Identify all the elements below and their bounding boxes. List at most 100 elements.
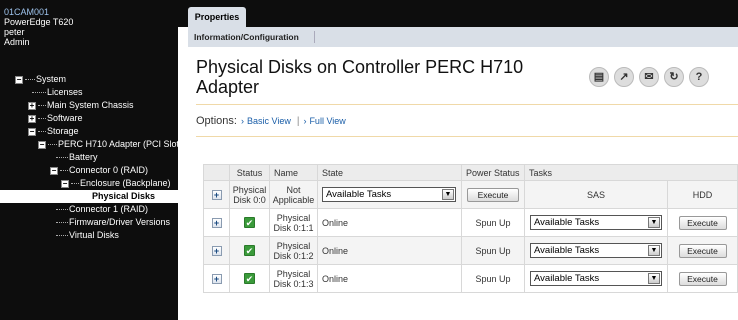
row-status-text: Disk 0:0: [233, 194, 266, 205]
table-row: + Physical Disk 0:0 Not Applicable Avail…: [203, 180, 738, 209]
available-tasks-select[interactable]: Available Tasks ▼: [530, 271, 662, 286]
tree-item-physical-disks[interactable]: Physical Disks: [0, 190, 178, 203]
tree-label-controller[interactable]: PERC H710 Adapter (PCI Slot: [58, 138, 178, 151]
tree-label-enclosure[interactable]: Enclosure (Backplane): [80, 177, 171, 190]
tree-item-software[interactable]: + Software: [0, 112, 178, 125]
subtab-divider: [314, 31, 315, 43]
tree-item-connector0[interactable]: − Connector 0 (RAID): [0, 164, 178, 177]
tree-label-firmware[interactable]: Firmware/Driver Versions: [69, 216, 170, 229]
row-name: Disk 0:1:2: [273, 250, 314, 261]
collapse-icon[interactable]: −: [50, 167, 58, 175]
available-tasks-select[interactable]: Available Tasks ▼: [530, 243, 662, 258]
tree-label-connector0[interactable]: Connector 0 (RAID): [69, 164, 148, 177]
tree-label-storage[interactable]: Storage: [47, 125, 79, 138]
row-name: Not: [286, 184, 301, 195]
tree-label-physical-disks[interactable]: Physical Disks: [92, 190, 155, 203]
page-title: Physical Disks on Controller PERC H710 A…: [196, 57, 524, 97]
tree-item-controller[interactable]: − PERC H710 Adapter (PCI Slot: [0, 138, 178, 151]
execute-button[interactable]: Execute: [678, 215, 727, 230]
subtab-bar: Information/Configuration: [188, 27, 738, 47]
select-value: Available Tasks: [326, 189, 392, 200]
tree-item-enclosure[interactable]: − Enclosure (Backplane): [0, 177, 178, 190]
separator: |: [296, 116, 300, 127]
table-row: + ✔ Physical Disk 0:1:3 Online Spun Up A…: [203, 264, 738, 293]
collapse-icon[interactable]: −: [38, 141, 46, 149]
row-power-status: Spun Up: [461, 236, 525, 265]
status-ok-icon: ✔: [244, 273, 255, 284]
tree-label-virtual-disks[interactable]: Virtual Disks: [69, 229, 119, 242]
tree-item-firmware[interactable]: Firmware/Driver Versions: [0, 216, 178, 229]
tree-label-system[interactable]: System: [36, 73, 66, 86]
tree-label-battery[interactable]: Battery: [69, 151, 98, 164]
available-tasks-select[interactable]: Available Tasks ▼: [530, 215, 662, 230]
row-power-status: Spun Up: [461, 264, 525, 293]
row-name: Applicable: [272, 194, 315, 205]
tab-bar: Properties: [178, 0, 738, 27]
tree-item-main-chassis[interactable]: + Main System Chassis: [0, 99, 178, 112]
tree-label-software[interactable]: Software: [47, 112, 83, 125]
navigation-tree: − System Licenses + Main System Chassis …: [0, 73, 178, 242]
row-sas: SAS: [524, 180, 668, 209]
tree-item-battery[interactable]: Battery: [0, 151, 178, 164]
expand-row-icon[interactable]: +: [211, 217, 222, 228]
status-ok-icon: ✔: [244, 245, 255, 256]
subtab-information-configuration[interactable]: Information/Configuration: [194, 27, 299, 47]
dropdown-arrow-icon[interactable]: ▼: [648, 273, 660, 284]
tree-item-system[interactable]: − System: [0, 73, 178, 86]
tree-item-licenses[interactable]: Licenses: [0, 86, 178, 99]
server-model: PowerEdge T620: [4, 17, 74, 27]
row-hdd: HDD: [667, 180, 738, 209]
header-tasks[interactable]: Tasks: [524, 164, 738, 181]
row-state: Online: [317, 236, 462, 265]
collapse-icon[interactable]: −: [61, 180, 69, 188]
basic-view-link[interactable]: Basic View: [247, 116, 291, 126]
collapse-icon[interactable]: −: [28, 128, 36, 136]
header-state[interactable]: State: [317, 164, 462, 181]
row-name: Physical: [276, 268, 311, 279]
select-value: Available Tasks: [534, 245, 600, 256]
expand-row-icon[interactable]: +: [211, 189, 222, 200]
tree-label-licenses[interactable]: Licenses: [47, 86, 83, 99]
row-name: Disk 0:1:3: [273, 278, 314, 289]
help-icon[interactable]: ?: [689, 67, 709, 87]
row-name: Physical: [276, 212, 311, 223]
row-status-text: Physical: [232, 184, 267, 195]
content-pane: Properties Information/Configuration Phy…: [178, 0, 738, 320]
tree-item-connector1[interactable]: Connector 1 (RAID): [0, 203, 178, 216]
user-name: peter: [4, 27, 25, 37]
tab-properties[interactable]: Properties: [188, 7, 246, 27]
header-name[interactable]: Name: [269, 164, 318, 181]
options-bar: Options: › Basic View | › Full View: [196, 114, 346, 129]
collapse-icon[interactable]: −: [15, 76, 23, 84]
dropdown-arrow-icon[interactable]: ▼: [442, 189, 454, 200]
expand-icon[interactable]: +: [28, 102, 36, 110]
available-tasks-select[interactable]: Available Tasks ▼: [322, 187, 456, 202]
dropdown-arrow-icon[interactable]: ▼: [648, 245, 660, 256]
execute-button[interactable]: Execute: [467, 187, 519, 202]
expand-row-icon[interactable]: +: [211, 273, 222, 284]
expand-icon[interactable]: +: [28, 115, 36, 123]
tree-label-connector1[interactable]: Connector 1 (RAID): [69, 203, 148, 216]
select-value: Available Tasks: [534, 217, 600, 228]
print-icon[interactable]: ▤: [589, 67, 609, 87]
row-name: Disk 0:1:1: [273, 222, 314, 233]
header-status[interactable]: Status: [229, 164, 270, 181]
execute-button[interactable]: Execute: [678, 271, 727, 286]
table-row: + ✔ Physical Disk 0:1:1 Online Spun Up A…: [203, 208, 738, 237]
table-header-row: Status Name State Power Status Tasks: [203, 164, 738, 181]
email-icon[interactable]: ✉: [639, 67, 659, 87]
server-hostname: 01CAM001: [4, 7, 50, 17]
full-view-link[interactable]: Full View: [309, 116, 345, 126]
tree-label-main-chassis[interactable]: Main System Chassis: [47, 99, 134, 112]
tree-item-virtual-disks[interactable]: Virtual Disks: [0, 229, 178, 242]
select-value: Available Tasks: [534, 273, 600, 284]
dropdown-arrow-icon[interactable]: ▼: [648, 217, 660, 228]
tree-item-storage[interactable]: − Storage: [0, 125, 178, 138]
expand-row-icon[interactable]: +: [211, 245, 222, 256]
server-info: 01CAM001 PowerEdge T620 peter Admin: [4, 7, 73, 47]
execute-button[interactable]: Execute: [678, 243, 727, 258]
header-power-status[interactable]: Power Status: [461, 164, 525, 181]
refresh-icon[interactable]: ↻: [664, 67, 684, 87]
row-state: Online: [317, 264, 462, 293]
export-icon[interactable]: ↗: [614, 67, 634, 87]
